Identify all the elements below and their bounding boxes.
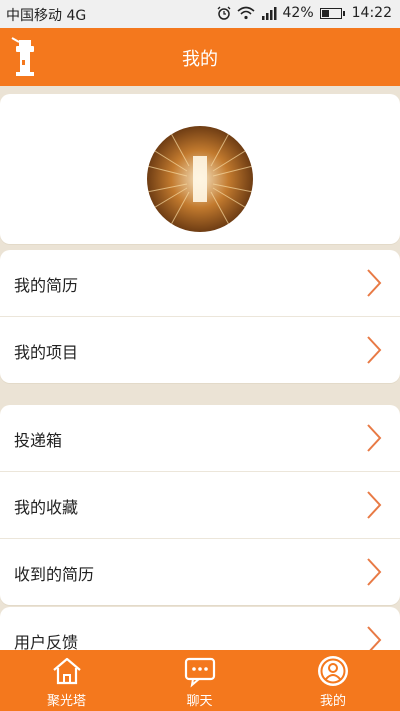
menu-item[interactable]: 用户反馈 <box>0 607 400 650</box>
status-bar: 中国移动 4G 42% 14:22 <box>0 0 400 28</box>
tab-mine[interactable]: 我的 <box>266 650 400 711</box>
tab-chat[interactable]: 聊天 <box>133 650 266 711</box>
menu-item-label: 我的项目 <box>14 343 79 362</box>
menu-item[interactable]: 我的收藏 <box>0 471 400 538</box>
menu-item-label: 用户反馈 <box>14 633 79 650</box>
chevron-right-icon <box>367 491 382 519</box>
chat-icon <box>184 657 215 688</box>
page-title: 我的 <box>182 49 218 70</box>
menu-item-label: 收到的简历 <box>14 565 95 584</box>
avatar-image <box>147 126 253 232</box>
chevron-right-icon <box>367 626 382 650</box>
home-icon <box>52 657 81 685</box>
profile-content[interactable]: 我的简历我的项目投递箱我的收藏收到的简历用户反馈 <box>0 86 400 650</box>
chevron-right-icon <box>367 424 382 452</box>
menu-group: 我的简历 我的项目 <box>0 250 400 383</box>
signal-icon <box>261 7 277 20</box>
menu-item[interactable]: 收到的简历 <box>0 538 400 605</box>
tab-home[interactable]: 聚光塔 <box>0 650 133 711</box>
menu-item-label: 投递箱 <box>14 431 63 450</box>
avatar[interactable] <box>147 126 253 232</box>
tab-mine-label: 我的 <box>319 694 346 709</box>
chevron-right-icon <box>367 336 382 364</box>
battery-icon <box>319 7 345 19</box>
tab-bar: 聚光塔 聊天 我的 <box>0 650 400 711</box>
chevron-right-icon <box>367 269 382 297</box>
battery-fill <box>321 9 330 17</box>
carrier-label: 中国移动 4G <box>6 8 87 24</box>
menu-group: 投递箱我的收藏收到的简历 <box>0 405 400 605</box>
menu-item-label: 我的收藏 <box>14 498 79 517</box>
profile-icon <box>318 656 348 686</box>
wifi-icon <box>236 6 255 20</box>
menu-group: 用户反馈 <box>0 607 400 650</box>
battery-percent: 42% <box>282 5 314 21</box>
app-header: 我的 <box>0 28 400 86</box>
chevron-right-icon <box>367 558 382 586</box>
menu-item-label: 我的简历 <box>14 276 79 295</box>
alarm-icon <box>217 6 230 20</box>
clock: 14:22 <box>351 5 392 21</box>
menu-item[interactable]: 我的项目 <box>0 316 400 383</box>
menu-item[interactable]: 投递箱 <box>0 405 400 471</box>
tab-home-label: 聚光塔 <box>46 694 86 709</box>
menu-item[interactable]: 我的简历 <box>0 250 400 316</box>
profile-card <box>0 94 400 244</box>
tab-chat-label: 聊天 <box>186 694 213 709</box>
